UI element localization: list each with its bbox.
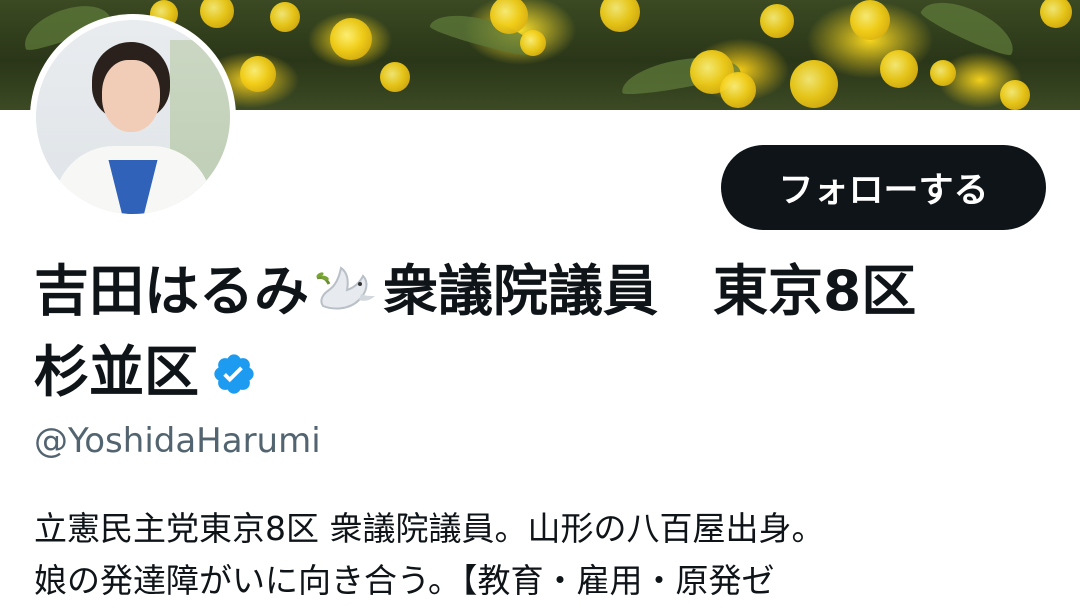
display-name-part3: 杉並区 bbox=[34, 340, 200, 404]
banner-leaf bbox=[918, 0, 1022, 60]
banner-blossom bbox=[930, 60, 956, 86]
banner-blossom bbox=[1000, 80, 1030, 110]
profile-bio: 立憲民主党東京8区 衆議院議員。山形の八百屋出身。 娘の発達障がいに向き合う。【… bbox=[34, 503, 1064, 607]
banner-blossom bbox=[760, 4, 794, 38]
banner-blossom bbox=[520, 30, 546, 56]
verified-badge-icon[interactable] bbox=[211, 342, 257, 415]
banner-blossom bbox=[270, 2, 300, 32]
display-name-part1: 吉田はるみ bbox=[34, 259, 310, 323]
display-name-part2: 衆議院議員 東京8区 bbox=[383, 259, 917, 323]
banner-blossom bbox=[490, 0, 528, 34]
banner-blossom bbox=[600, 0, 640, 32]
bio-line-1: 立憲民主党東京8区 衆議院議員。山形の八百屋出身。 bbox=[34, 509, 825, 548]
banner-blossom bbox=[380, 62, 410, 92]
banner-blossom bbox=[200, 0, 234, 28]
bio-line-2: 娘の発達障がいに向き合う。【教育・雇用・原発ゼ bbox=[34, 561, 775, 600]
banner-blossom bbox=[790, 60, 838, 108]
banner-blossom bbox=[880, 50, 918, 88]
banner-blossom bbox=[330, 18, 372, 60]
banner-blossom bbox=[1040, 0, 1072, 28]
banner-blossom bbox=[240, 56, 276, 92]
profile-display-name: 吉田はるみ 衆議院議員 東京8区杉並区 bbox=[34, 255, 1054, 415]
follow-button-label: フォローする bbox=[778, 171, 989, 211]
banner-blossom bbox=[720, 72, 756, 108]
follow-button[interactable]: フォローする bbox=[721, 145, 1046, 230]
avatar-photo bbox=[36, 20, 230, 214]
profile-avatar[interactable] bbox=[30, 14, 236, 220]
banner-blossom bbox=[850, 0, 890, 40]
avatar-face bbox=[102, 60, 160, 132]
profile-handle: @YoshidaHarumi bbox=[34, 421, 321, 461]
dove-emoji-icon bbox=[313, 263, 377, 336]
